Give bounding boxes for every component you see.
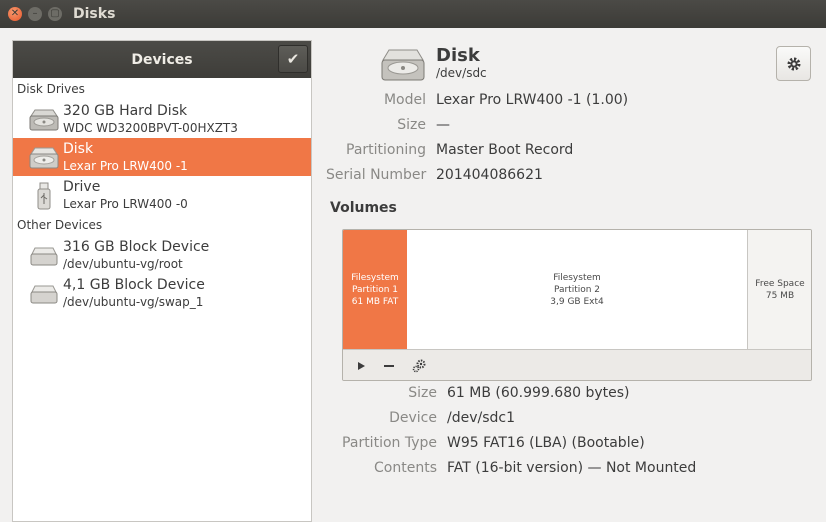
device-name: Disk (63, 141, 94, 157)
segment-line: Free Space (755, 278, 805, 289)
segment-line: Filesystem (553, 272, 601, 283)
device-subtitle: Lexar Pro LRW400 -0 (63, 197, 188, 211)
block-device-icon (30, 247, 58, 266)
device-subtitle: Lexar Pro LRW400 -1 (63, 159, 188, 173)
segment-line: 75 MB (765, 290, 795, 301)
partition-2-segment[interactable]: Filesystem Partition 2 3,9 GB Ext4 (407, 230, 748, 349)
drive-settings-button[interactable] (776, 46, 811, 81)
device-item-block-swap[interactable]: 4,1 GB Block Device /dev/ubuntu-vg/swap_… (13, 274, 311, 312)
device-item-hard-disk[interactable]: 320 GB Hard Disk WDC WD3200BPVT-00HXZT3 (13, 100, 311, 138)
device-item-disk[interactable]: Disk Lexar Pro LRW400 -1 (13, 138, 311, 176)
device-item-drive[interactable]: Drive Lexar Pro LRW400 -0 (13, 176, 311, 214)
vol-device-value[interactable]: /dev/sdc1 (447, 410, 515, 426)
maximize-window-button[interactable]: ▢ (48, 7, 62, 21)
mount-button[interactable] (351, 356, 371, 376)
device-subtitle: WDC WD3200BPVT-00HXZT3 (63, 121, 238, 135)
free-space-segment[interactable]: Free Space 75 MB (748, 230, 811, 349)
devices-panel: Devices ✔ Disk Drives 320 GB Hard Disk W… (12, 40, 312, 522)
device-name: Drive (63, 179, 101, 195)
volumes-map: Filesystem Partition 1 61 MB FAT Filesys… (342, 229, 812, 381)
close-icon: ✕ (10, 8, 20, 19)
size-label: Size (397, 117, 426, 133)
device-subtitle: /dev/ubuntu-vg/root (63, 257, 183, 271)
play-icon (358, 362, 365, 370)
device-name: 4,1 GB Block Device (63, 277, 205, 293)
vol-size-label: Size (408, 385, 437, 401)
partition-settings-button[interactable] (409, 356, 429, 376)
drive-path: /dev/sdc (436, 66, 487, 80)
vol-contents-value: FAT (16-bit version) — Not Mounted (447, 460, 697, 476)
serial-label: Serial Number (326, 167, 427, 183)
devices-header: Devices ✔ (13, 41, 311, 78)
window-titlebar: ✕ – ▢ Disks (0, 0, 826, 28)
hard-disk-icon (381, 49, 425, 81)
usb-drive-icon (37, 182, 51, 210)
select-mode-button[interactable]: ✔ (278, 45, 308, 73)
partitioning-value: Master Boot Record (436, 142, 574, 158)
vol-size-value: 61 MB (60.999.680 bytes) (447, 385, 630, 401)
volumes-title: Volumes (330, 200, 397, 216)
segment-line: 61 MB FAT (351, 296, 399, 307)
group-other-devices: Other Devices (17, 218, 103, 232)
segment-line: Partition 2 (553, 284, 601, 295)
minimize-icon: – (32, 8, 38, 19)
minus-icon (384, 365, 394, 367)
device-item-block-root[interactable]: 316 GB Block Device /dev/ubuntu-vg/root (13, 236, 311, 274)
vol-contents-label: Contents (374, 460, 437, 476)
drive-title: Disk (436, 45, 480, 66)
model-label: Model (383, 92, 426, 108)
segment-line: 3,9 GB Ext4 (550, 296, 604, 307)
device-name: 320 GB Hard Disk (63, 103, 188, 119)
checkmark-icon: ✔ (286, 50, 300, 68)
gears-icon (412, 359, 426, 373)
device-name: 316 GB Block Device (63, 239, 210, 255)
minimize-window-button[interactable]: – (28, 7, 42, 21)
vol-partition-type-value: W95 FAT16 (LBA) (Bootable) (447, 435, 645, 451)
vol-partition-type-label: Partition Type (342, 435, 437, 451)
devices-title: Devices (131, 51, 193, 68)
group-disk-drives: Disk Drives (17, 82, 85, 96)
block-device-icon (30, 285, 58, 304)
hard-disk-icon (29, 109, 59, 131)
segment-line: Filesystem (351, 272, 399, 283)
window-title: Disks (73, 6, 116, 22)
delete-partition-button[interactable] (379, 356, 399, 376)
close-window-button[interactable]: ✕ (8, 7, 22, 21)
device-subtitle: /dev/ubuntu-vg/swap_1 (63, 295, 204, 309)
gear-icon (787, 57, 800, 70)
volume-toolbar (343, 349, 811, 380)
maximize-icon: ▢ (50, 8, 60, 19)
vol-device-label: Device (389, 410, 437, 426)
serial-value: 201404086621 (436, 167, 543, 183)
partitioning-label: Partitioning (346, 142, 426, 158)
model-value: Lexar Pro LRW400 -1 (1.00) (436, 92, 629, 108)
segment-line: Partition 1 (351, 284, 399, 295)
partition-1-segment[interactable]: Filesystem Partition 1 61 MB FAT (343, 230, 407, 349)
hard-disk-icon (29, 147, 59, 169)
size-value: — (436, 117, 450, 133)
